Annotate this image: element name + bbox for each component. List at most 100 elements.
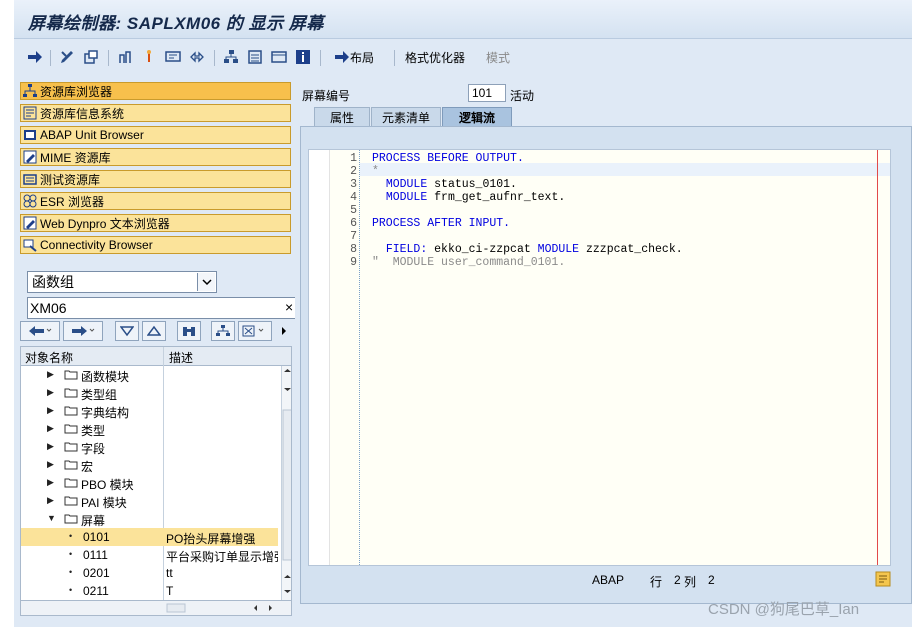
object-name-input[interactable]: XM06: [27, 297, 295, 319]
back-icon[interactable]: [20, 321, 60, 341]
collapsed-arrow-icon[interactable]: ▶: [47, 459, 54, 470]
folder-icon: [64, 441, 78, 452]
forward-icon[interactable]: [63, 321, 103, 341]
toggle-arrow-icon[interactable]: [24, 46, 46, 68]
line-number: 4: [350, 191, 357, 204]
esr-icon: [23, 194, 37, 208]
tree-row-label: 字段: [81, 442, 106, 456]
collapsed-arrow-icon[interactable]: ▶: [47, 369, 54, 380]
tree-row-label: 类型: [81, 424, 106, 438]
layout-editor-icon[interactable]: [268, 46, 290, 68]
code-line[interactable]: PROCESS AFTER INPUT.: [372, 217, 510, 230]
code-line[interactable]: FIELD: ekko_ci-zzpcat MODULE zzzpcat_che…: [372, 243, 683, 256]
clear-input-icon[interactable]: ×: [285, 299, 293, 315]
object-type-value: 函数组: [32, 274, 74, 290]
line-number: 8: [350, 243, 357, 256]
status-language: ABAP: [592, 573, 625, 587]
folder-icon: [64, 405, 78, 416]
tree-row-description: 平台采购订单显示增强: [166, 550, 278, 564]
collapsed-arrow-icon[interactable]: ▶: [47, 423, 54, 434]
tree-row-folder[interactable]: ▼ 屏幕: [21, 510, 278, 528]
format-optimizer-button[interactable]: 格式优化器: [402, 46, 468, 68]
collapsed-arrow-icon[interactable]: ▶: [47, 441, 54, 452]
tree-row-folder[interactable]: ▶ 函数模块: [21, 366, 278, 384]
tree-row-screen[interactable]: • 0111 平台采购订单显示增强: [21, 546, 278, 564]
tree-row-screen[interactable]: • 0101 PO抬头屏幕增强: [21, 528, 278, 546]
active-inactive-icon[interactable]: [80, 46, 102, 68]
notes-icon[interactable]: [875, 571, 891, 587]
expand-all-icon[interactable]: [115, 321, 139, 341]
object-type-select[interactable]: 函数组: [27, 271, 217, 293]
nav-button-label: Connectivity Browser: [40, 238, 153, 252]
tree-row-label: 宏: [81, 460, 94, 474]
hierarchy-icon[interactable]: [211, 321, 235, 341]
more-icon[interactable]: [277, 321, 291, 341]
activate-icon[interactable]: [138, 46, 160, 68]
tree-row-folder[interactable]: ▶ PBO 模块: [21, 474, 278, 492]
collapse-all-icon[interactable]: [142, 321, 166, 341]
display-options-icon[interactable]: [238, 321, 272, 341]
where-used-icon[interactable]: [186, 46, 208, 68]
object-tree: 对象名称 描述 ▶ 函数模块 ▶ 类型组 ▶ 字典结构 ▶ 类型 ▶ 字段 ▶ 宏 ▶ PBO 模块 ▶ PA…: [20, 346, 292, 601]
object-list-icon[interactable]: [220, 46, 242, 68]
tab-element-list[interactable]: 元素清单: [371, 107, 441, 126]
info-icon[interactable]: [292, 46, 314, 68]
line-number: 3: [350, 178, 357, 191]
test-repo-icon: [23, 172, 37, 186]
nav-button-esr[interactable]: ESR 浏览器: [20, 192, 291, 210]
bullet-icon: •: [69, 531, 73, 541]
tree-row-screen[interactable]: • 0201 tt: [21, 564, 278, 582]
tree-horizontal-scrollbar[interactable]: [20, 600, 292, 616]
chevron-down-icon[interactable]: [197, 273, 215, 291]
nav-button-test-repo[interactable]: 测试资源库: [20, 170, 291, 188]
screen-status: 活动: [510, 89, 535, 103]
screen-number-field[interactable]: 101: [468, 84, 506, 102]
right-margin-line: [877, 150, 878, 565]
tree-row-description: T: [166, 584, 174, 598]
collapsed-arrow-icon[interactable]: ▶: [47, 495, 54, 506]
code-line[interactable]: MODULE frm_get_aufnr_text.: [372, 191, 565, 204]
tree-row-folder[interactable]: ▶ 宏: [21, 456, 278, 474]
tree-row-label: 字典结构: [81, 406, 130, 420]
layout-button[interactable]: 布局: [328, 46, 380, 68]
object-name-value: XM06: [30, 300, 67, 316]
tree-row-folder[interactable]: ▶ 字典结构: [21, 402, 278, 420]
nav-button-web-dynpro[interactable]: Web Dynpro 文本浏览器: [20, 214, 291, 232]
collapsed-arrow-icon[interactable]: ▶: [47, 477, 54, 488]
tree-row-screen[interactable]: • 0211 T: [21, 582, 278, 600]
nav-button-unit-test[interactable]: ABAP Unit Browser: [20, 126, 291, 144]
tree-row-description: tt: [166, 566, 173, 580]
screen-number-label: 屏幕编号: [302, 89, 351, 103]
code-line[interactable]: *: [372, 165, 379, 178]
nav-button-info-system[interactable]: 资源库信息系统: [20, 104, 291, 122]
code-line[interactable]: " MODULE user_command_0101.: [372, 256, 565, 269]
tree-header: 对象名称 描述: [21, 347, 291, 366]
folder-icon: [64, 387, 78, 398]
expanded-arrow-icon[interactable]: ▼: [47, 513, 56, 523]
tree-row-folder[interactable]: ▶ 类型组: [21, 384, 278, 402]
check-icon[interactable]: [114, 46, 136, 68]
code-line[interactable]: PROCESS BEFORE OUTPUT.: [372, 152, 524, 165]
tree-scrollbar[interactable]: [281, 366, 291, 600]
nav-button-hierarchy[interactable]: 资源库浏览器: [20, 82, 291, 100]
binoculars-icon[interactable]: [177, 321, 201, 341]
column-object-name[interactable]: 对象名称: [25, 349, 73, 366]
tree-row-folder[interactable]: ▶ PAI 模块: [21, 492, 278, 510]
mime-icon: [23, 150, 37, 164]
tree-row-folder[interactable]: ▶ 类型: [21, 420, 278, 438]
nav-button-connectivity[interactable]: Connectivity Browser: [20, 236, 291, 254]
tree-row-label: PBO 模块: [81, 478, 134, 492]
column-description[interactable]: 描述: [169, 349, 193, 366]
navigation-window-icon[interactable]: [244, 46, 266, 68]
nav-button-mime[interactable]: MIME 资源库: [20, 148, 291, 166]
collapsed-arrow-icon[interactable]: ▶: [47, 387, 54, 398]
tab-flow-logic[interactable]: 逻辑流: [442, 107, 512, 126]
tree-row-folder[interactable]: ▶ 字段: [21, 438, 278, 456]
collapsed-arrow-icon[interactable]: ▶: [47, 405, 54, 416]
code-line[interactable]: MODULE status_0101.: [372, 178, 517, 191]
test-icon[interactable]: [162, 46, 184, 68]
folder-icon: [64, 369, 78, 380]
display-change-icon[interactable]: [56, 46, 78, 68]
tab-attributes[interactable]: 属性: [314, 107, 370, 126]
code-editor[interactable]: 1 PROCESS BEFORE OUTPUT. 2 * 3 MODULE status…: [308, 149, 891, 566]
